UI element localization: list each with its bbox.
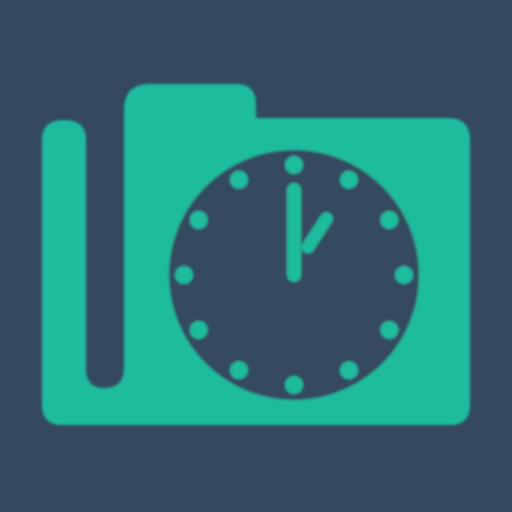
clock-hour-mark bbox=[380, 321, 399, 339]
clock-hour-mark bbox=[380, 211, 399, 229]
clock-hour-mark bbox=[285, 376, 303, 394]
clock-hour-mark bbox=[175, 266, 193, 284]
clock-hour-mark bbox=[189, 321, 208, 339]
clock-hour-mark bbox=[230, 170, 248, 189]
clock-hour-mark bbox=[340, 361, 358, 380]
clock-hour-mark bbox=[230, 361, 248, 380]
clock-hour-mark bbox=[285, 156, 303, 174]
clock-hour-mark bbox=[189, 211, 208, 229]
folder-clock-app-icon bbox=[0, 0, 512, 512]
clock-hour-mark bbox=[340, 170, 358, 189]
clock-hour-mark bbox=[395, 266, 413, 284]
